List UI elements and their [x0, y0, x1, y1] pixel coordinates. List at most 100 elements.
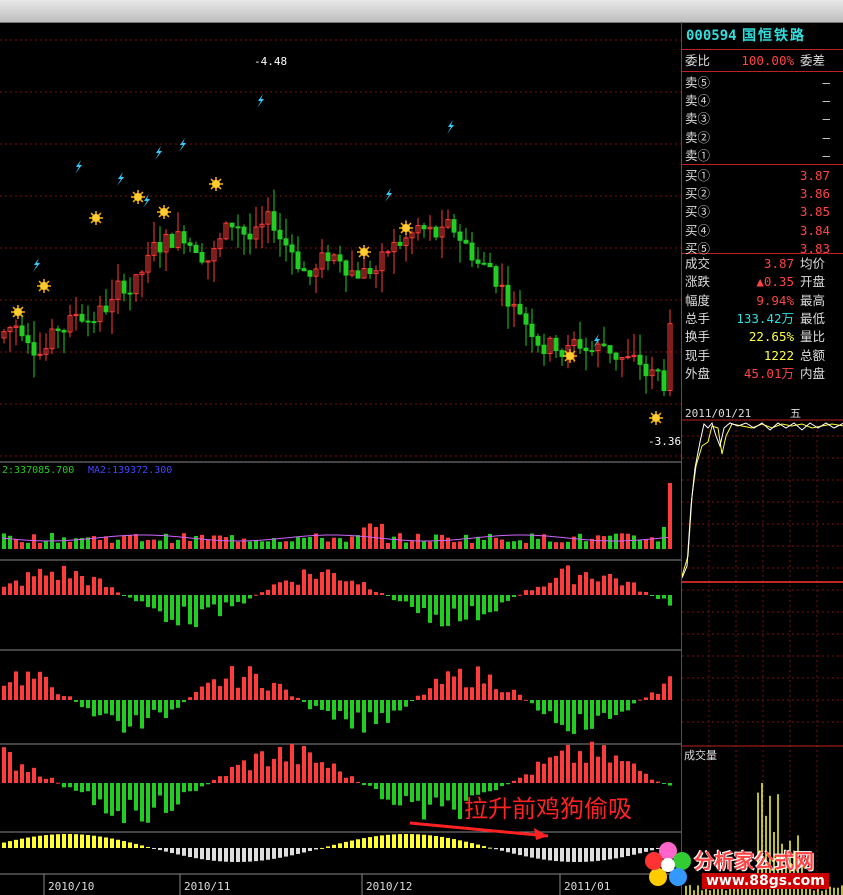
indicator-bar	[656, 782, 660, 783]
indicator-bar	[584, 700, 588, 730]
ddx-bar	[494, 848, 498, 849]
candle-body	[308, 271, 312, 276]
ddx-bar	[356, 839, 360, 848]
ddx-bar	[164, 848, 168, 852]
indicator-bar	[614, 755, 618, 783]
ddx-bar	[596, 848, 600, 861]
ddx-bar	[488, 848, 492, 849]
volume-bar	[368, 523, 372, 549]
indicator-bar	[80, 783, 84, 792]
volume-bar	[8, 536, 12, 549]
indicator-bar	[14, 671, 18, 700]
ddx-bar	[74, 834, 78, 848]
indicator-bar	[278, 747, 282, 783]
indicator-bar	[170, 700, 174, 709]
intraday-weekday: 五	[790, 407, 801, 420]
stats-row: 外盘 45.01万 内盘	[682, 365, 843, 383]
ddx-bar	[182, 848, 186, 856]
ddx-bar	[260, 848, 264, 861]
candle-body	[578, 340, 582, 349]
indicator-bar	[50, 687, 54, 700]
candle-body	[326, 253, 330, 261]
indicator-bar	[182, 595, 186, 607]
volume-bar	[176, 540, 180, 549]
indicator-bar	[200, 783, 204, 786]
indicator-bar	[218, 595, 222, 616]
indicator-bar	[236, 765, 240, 783]
indicator-bar	[638, 592, 642, 595]
sell-value: —	[822, 147, 830, 165]
indicator-bar	[422, 695, 426, 700]
indicator-bar	[668, 783, 672, 786]
indicator-bar	[182, 783, 186, 792]
buy-value: 3.85	[800, 203, 830, 221]
ddx-bar	[482, 846, 486, 848]
indicator-bar	[44, 576, 48, 595]
intraday-chart[interactable]: 2011/01/21 五成交量	[682, 406, 843, 895]
indicator-bar	[398, 595, 402, 601]
indicator-bar	[38, 777, 42, 783]
ddx-bar	[98, 837, 102, 848]
indicator-bar	[206, 595, 210, 607]
candle-body	[86, 321, 90, 322]
indicator-bar	[494, 595, 498, 611]
ddx-bar	[236, 848, 240, 862]
volume-bar	[110, 543, 114, 549]
indicator-bar	[536, 587, 540, 595]
indicator-bar	[224, 595, 228, 602]
indicator-bar	[596, 581, 600, 595]
indicator-bar	[332, 764, 336, 783]
indicator-bar	[650, 780, 654, 783]
indicator-bar	[650, 692, 654, 700]
indicator-bar	[26, 772, 30, 783]
indicator-bar	[602, 576, 606, 595]
indicator-bar	[32, 679, 36, 700]
ddx-bar	[422, 835, 426, 848]
indicator-bar	[638, 700, 642, 701]
indicator-bar	[164, 700, 168, 718]
indicator-bar	[92, 783, 96, 805]
buy-value: 3.86	[800, 185, 830, 203]
indicator-bar	[518, 695, 522, 700]
lightning-marker-icon	[75, 160, 82, 174]
window-title-bar	[0, 0, 843, 23]
ddx-bar	[68, 834, 72, 848]
volume-bar	[440, 535, 444, 549]
volume-bar	[566, 542, 570, 549]
indicator-bar	[104, 783, 108, 813]
stats-label2: 内盘	[800, 365, 825, 383]
weibi-value: 100.00%	[741, 52, 794, 70]
volume-bar	[140, 541, 144, 549]
indicator-bar	[326, 569, 330, 595]
buy-row: 买② 3.86	[682, 185, 843, 203]
indicator-bar	[230, 666, 234, 700]
ddx-bar	[398, 834, 402, 848]
indicator-bar	[74, 783, 78, 791]
indicator-bar	[128, 783, 132, 800]
indicator-bar	[632, 764, 636, 783]
volume-bar	[146, 540, 150, 549]
indicator-bar	[428, 688, 432, 700]
indicator-bar	[56, 694, 60, 700]
volume-bar	[134, 534, 138, 549]
indicator-bar	[62, 566, 66, 595]
ddx-bar	[170, 848, 174, 853]
volume-bar	[464, 535, 468, 549]
indicator-bar	[638, 771, 642, 783]
indicator-bar	[524, 590, 528, 595]
kline-chart[interactable]: -4.48 -3.36 2:337085.700 MA2:139372.300 拉升前鸡…	[0, 22, 681, 895]
ddx-bar	[608, 848, 612, 859]
indicator-bar	[500, 595, 504, 602]
volume-bar	[38, 543, 42, 549]
volume-bar	[476, 537, 480, 549]
indicator-bar	[56, 580, 60, 595]
volume-bar	[206, 540, 210, 549]
sun-marker-icon	[131, 190, 145, 204]
indicator-bar	[218, 776, 222, 783]
ddx-bar	[140, 845, 144, 848]
candle-body	[542, 345, 546, 353]
ddx-bar	[308, 848, 312, 851]
indicator-bar	[62, 696, 66, 700]
watermark: 分析家公式网 www.88gs.com	[640, 835, 843, 895]
indicator-bar	[434, 595, 438, 615]
